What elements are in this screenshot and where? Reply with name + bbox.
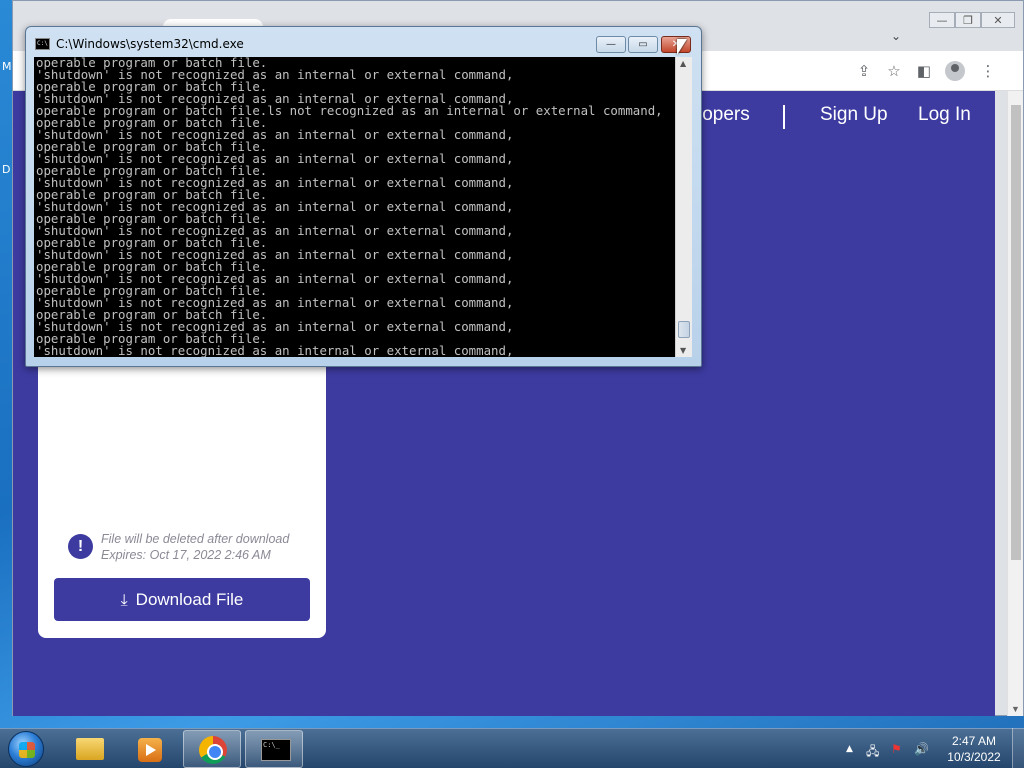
- side-panel-icon[interactable]: ◧: [915, 62, 933, 80]
- cmd-scrollbar[interactable]: ▲ ▼: [675, 57, 692, 357]
- profile-avatar[interactable]: [945, 61, 965, 81]
- windows-logo-icon: [19, 742, 35, 758]
- chrome-minimize-button[interactable]: —: [929, 12, 955, 28]
- nav-divider: [783, 105, 785, 129]
- volume-icon[interactable]: 🔊: [914, 742, 929, 756]
- mouse-cursor-icon: [677, 39, 687, 55]
- cmd-console-output[interactable]: operable program or batch file.'shutdown…: [34, 57, 675, 357]
- folder-icon: [76, 738, 104, 760]
- taskbar-explorer[interactable]: [60, 730, 118, 768]
- cmd-window-title: C:\Windows\system32\cmd.exe: [56, 37, 244, 51]
- cmd-titlebar[interactable]: C:\ C:\Windows\system32\cmd.exe — ▭ ✕: [26, 27, 701, 57]
- tray-overflow-arrow-icon[interactable]: ▲: [846, 744, 853, 754]
- download-file-button[interactable]: ⤓ Download File: [54, 578, 310, 621]
- chrome-menu-icon[interactable]: ⋮: [979, 62, 997, 80]
- page-scroll-thumb[interactable]: [1011, 105, 1021, 560]
- info-icon: !: [68, 534, 93, 559]
- nav-sign-up-link[interactable]: Sign Up: [820, 104, 888, 126]
- cmd-scroll-down-icon[interactable]: ▼: [680, 346, 686, 355]
- chrome-maximize-button[interactable]: ❐: [955, 12, 981, 28]
- nav-log-in-link[interactable]: Log In: [918, 104, 971, 126]
- share-icon[interactable]: ⇪: [855, 62, 873, 80]
- nav-developers-link[interactable]: lopers: [698, 104, 750, 126]
- chrome-close-button[interactable]: ✕: [981, 12, 1015, 28]
- bookmark-star-icon[interactable]: ☆: [885, 62, 903, 80]
- desktop-edge-label: M: [2, 60, 12, 73]
- show-desktop-button[interactable]: [1012, 728, 1024, 768]
- cmd-app-icon[interactable]: C:\: [35, 38, 50, 50]
- cmd-scroll-thumb[interactable]: [678, 321, 690, 338]
- tab-search-icon[interactable]: ⌄: [891, 29, 901, 43]
- desktop-edge-label: D: [2, 163, 11, 176]
- taskbar-clock[interactable]: 2:47 AM 10/3/2022: [938, 733, 1010, 765]
- taskbar-chrome[interactable]: [183, 730, 241, 768]
- network-icon[interactable]: 🖧: [866, 742, 879, 763]
- delete-after-download-note: File will be deleted after download: [101, 532, 290, 546]
- download-icon: ⤓: [120, 589, 128, 609]
- start-button[interactable]: [8, 731, 44, 767]
- action-center-flag-icon[interactable]: ⚑: [891, 742, 902, 756]
- cmd-scroll-up-icon[interactable]: ▲: [680, 59, 686, 68]
- scroll-down-arrow-icon[interactable]: ▼: [1011, 704, 1020, 714]
- chrome-icon: [199, 736, 227, 764]
- cmd-minimize-button[interactable]: —: [596, 36, 626, 53]
- expiry-note: Expires: Oct 17, 2022 2:46 AM: [101, 548, 271, 562]
- media-player-icon: [138, 738, 162, 762]
- cmd-icon: C:\_: [261, 739, 291, 761]
- cmd-maximize-button[interactable]: ▭: [628, 36, 658, 53]
- clock-date: 10/3/2022: [947, 750, 1001, 764]
- cmd-window[interactable]: C:\ C:\Windows\system32\cmd.exe — ▭ ✕ op…: [25, 26, 702, 367]
- page-scrollbar[interactable]: ▼: [1007, 91, 1023, 716]
- taskbar-cmd[interactable]: C:\_: [245, 730, 303, 768]
- download-button-label: Download File: [135, 589, 244, 609]
- clock-time: 2:47 AM: [951, 734, 997, 748]
- taskbar: C:\_ ▲ 🖧 ⚑ 🔊: [0, 728, 1024, 768]
- taskbar-media-player[interactable]: [121, 730, 179, 768]
